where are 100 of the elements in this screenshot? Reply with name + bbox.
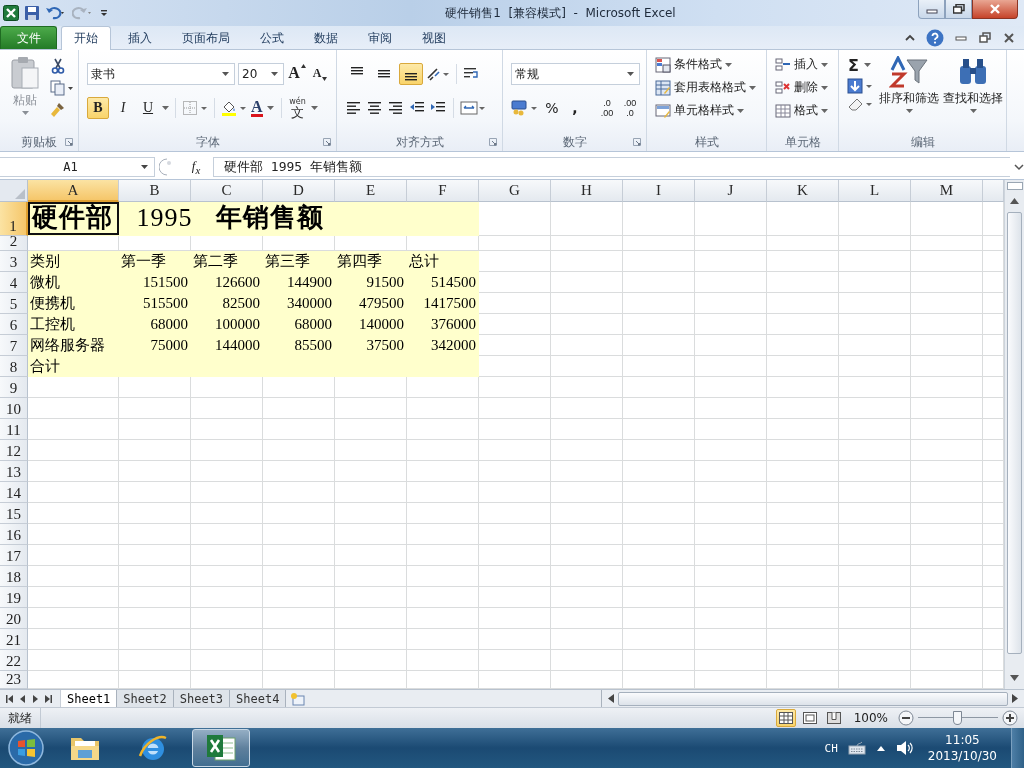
table-cell[interactable] [767,251,839,272]
table-cell[interactable] [335,545,407,566]
insert-function-button[interactable]: f$_{x}$ [183,156,209,177]
table-cell[interactable] [28,629,119,650]
horizontal-align-icon[interactable] [366,100,384,116]
column-header[interactable]: M [911,180,983,202]
zoom-in-icon[interactable] [1002,710,1018,726]
sheet-tab[interactable]: Sheet2 [117,690,174,707]
select-all-button[interactable] [0,180,28,202]
table-cell[interactable] [191,629,263,650]
table-cell[interactable] [119,419,191,440]
input-language[interactable]: CH [824,741,838,755]
table-cell[interactable] [911,236,983,251]
row-header[interactable]: 4 [0,272,28,293]
restore-button[interactable] [945,0,972,19]
table-cell[interactable] [28,503,119,524]
table-cell[interactable] [191,419,263,440]
number-format-field[interactable]: 常规 [511,63,640,85]
table-cell[interactable] [911,398,983,419]
table-cell[interactable] [479,251,551,272]
style-menu-button[interactable]: 条件格式 [655,54,762,75]
clock-date[interactable]: 2013/10/30 [927,748,997,764]
sheet-tab[interactable]: Sheet3 [173,690,231,707]
find-select-button[interactable]: 查找和选择 [943,54,1003,133]
previous-sheet-icon[interactable] [20,694,26,703]
table-cell[interactable] [623,482,695,503]
table-cell[interactable] [623,566,695,587]
row-header[interactable]: 18 [0,566,28,587]
table-cell[interactable] [479,524,551,545]
table-cell[interactable]: 514500 [407,272,479,293]
table-cell[interactable]: 68000 [263,314,335,335]
row-header[interactable]: 16 [0,524,28,545]
table-cell[interactable]: 第三季 [263,251,335,272]
table-cell[interactable] [839,202,911,236]
column-header[interactable]: D [263,180,335,202]
table-cell[interactable] [623,461,695,482]
table-cell[interactable] [911,629,983,650]
table-cell[interactable] [623,650,695,671]
table-cell[interactable]: 总计 [407,251,479,272]
dialog-launcher-icon[interactable] [489,138,497,146]
table-cell[interactable] [767,293,839,314]
table-cell[interactable] [479,335,551,356]
table-cell[interactable] [119,398,191,419]
table-cell[interactable] [119,629,191,650]
ribbon-tab[interactable]: 开始 [61,26,111,50]
column-header[interactable]: G [479,180,551,202]
column-header[interactable]: B [119,180,191,202]
ribbon-tab[interactable]: 视图 [409,26,459,49]
volume-icon[interactable] [895,740,914,756]
table-cell[interactable] [479,545,551,566]
cut-icon[interactable] [50,58,66,74]
table-cell[interactable] [479,629,551,650]
table-cell[interactable] [28,587,119,608]
table-cell[interactable] [263,503,335,524]
column-header[interactable]: H [551,180,623,202]
eraser-icon[interactable] [847,96,873,112]
row-header[interactable]: 10 [0,398,28,419]
table-cell[interactable] [911,524,983,545]
new-sheet-icon[interactable] [290,691,307,706]
table-cell[interactable] [695,314,767,335]
table-cell[interactable] [335,587,407,608]
table-cell[interactable] [551,335,623,356]
table-cell[interactable]: 340000 [263,293,335,314]
table-cell[interactable]: 144000 [191,335,263,356]
table-cell[interactable]: 140000 [335,314,407,335]
table-cell[interactable] [28,377,119,398]
table-cell[interactable] [407,524,479,545]
table-cell[interactable] [623,202,695,236]
start-button[interactable] [6,728,46,768]
orientation-icon[interactable] [426,66,450,82]
table-cell[interactable] [407,419,479,440]
sort-filter-button[interactable]: 排序和筛选 [879,54,939,133]
table-cell[interactable] [623,398,695,419]
table-cell[interactable] [335,503,407,524]
table-cell[interactable] [551,251,623,272]
show-hidden-icons-icon[interactable] [875,744,886,752]
table-cell[interactable] [263,629,335,650]
table-cell[interactable] [479,314,551,335]
scroll-right-icon[interactable] [1012,694,1018,703]
table-cell[interactable]: 便携机 [28,293,119,314]
table-cell[interactable]: 硬件部 1995 年销售额 [28,202,479,236]
first-sheet-icon[interactable] [6,694,14,703]
table-cell[interactable] [911,419,983,440]
table-cell[interactable] [623,587,695,608]
table-cell[interactable] [407,398,479,419]
column-header[interactable]: E [335,180,407,202]
table-cell[interactable] [479,608,551,629]
ribbon-tab[interactable]: 插入 [115,26,165,49]
table-cell[interactable]: 126600 [191,272,263,293]
row-header[interactable]: 15 [0,503,28,524]
taskbar-app[interactable] [192,729,250,767]
table-cell[interactable] [407,587,479,608]
table-cell[interactable] [407,650,479,671]
table-cell[interactable] [263,524,335,545]
row-header[interactable]: 23 [0,671,28,689]
autosum-button[interactable]: Σ [847,54,875,76]
table-cell[interactable] [551,650,623,671]
table-cell[interactable] [839,587,911,608]
table-cell[interactable]: 151500 [119,272,191,293]
table-cell[interactable] [839,398,911,419]
